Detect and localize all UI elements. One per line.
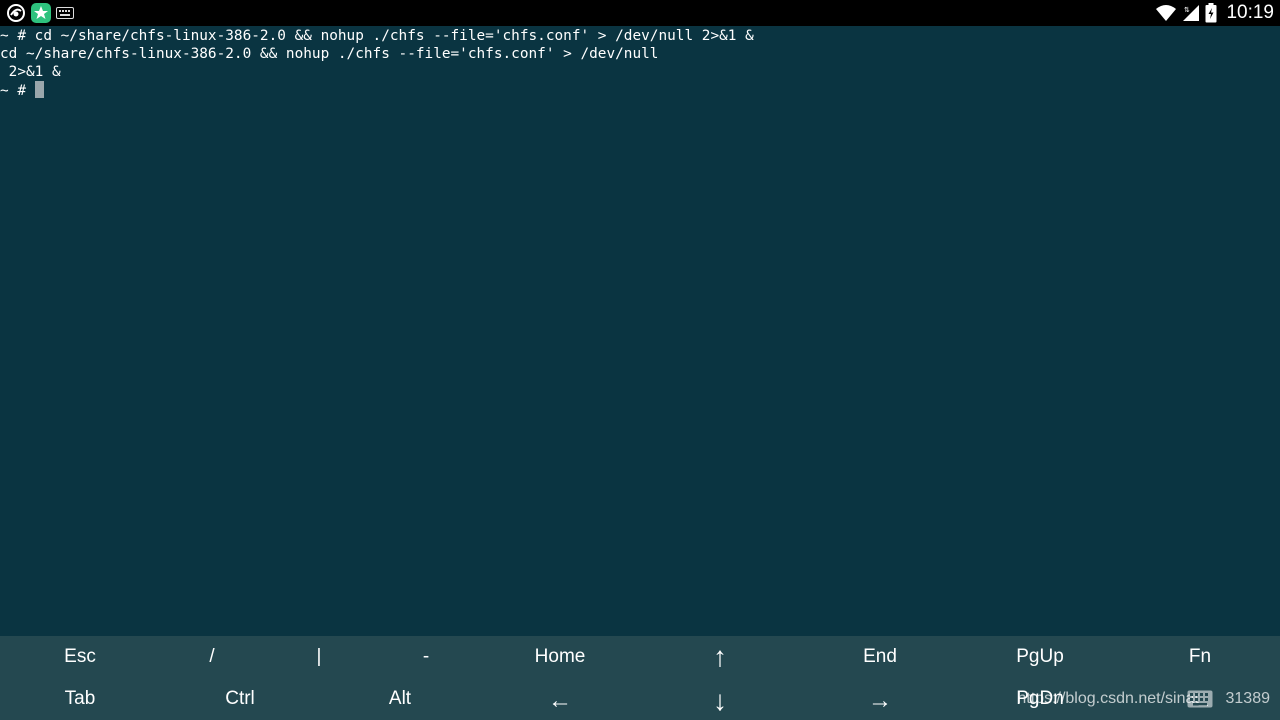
home-key[interactable]: Home (480, 636, 640, 678)
terminal-prompt-line: ~ # (0, 81, 44, 99)
svg-text:⇅: ⇅ (1184, 6, 1190, 14)
terminal-prompt: ~ # (0, 83, 35, 99)
up-arrow-key[interactable]: ↑ (640, 636, 800, 678)
wifi-icon (1155, 4, 1177, 22)
down-arrow-key[interactable]: ↓ (640, 680, 800, 720)
terminal-line: ~ # cd ~/share/chfs-linux-386-2.0 && noh… (0, 28, 754, 44)
terminal-line: 2>&1 & (0, 64, 61, 80)
signal-icon: ⇅ (1182, 4, 1200, 22)
app-store-icon (30, 2, 52, 24)
terminal-output[interactable]: ~ # cd ~/share/chfs-linux-386-2.0 && noh… (0, 26, 1280, 636)
tab-key[interactable]: Tab (0, 678, 160, 720)
keyboard-toggle-icon[interactable] (1187, 690, 1213, 713)
ctrl-key[interactable]: Ctrl (160, 678, 320, 720)
right-arrow-key[interactable]: → (800, 680, 960, 720)
pgup-key[interactable]: PgUp (960, 636, 1120, 678)
status-right-icons: ⇅ 10:19 (1155, 0, 1274, 26)
left-arrow-key[interactable]: ← (480, 680, 640, 720)
battery-icon (1205, 3, 1217, 23)
status-left-icons (6, 2, 74, 24)
status-bar: ⇅ 10:19 (0, 0, 1280, 26)
terminal-line: cd ~/share/chfs-linux-386-2.0 && nohup .… (0, 46, 659, 62)
alt-key[interactable]: Alt (320, 678, 480, 720)
clock: 10:19 (1226, 2, 1274, 23)
fn-key[interactable]: Fn (1120, 636, 1280, 678)
vpn-icon (6, 3, 26, 23)
keyboard-icon (56, 7, 74, 19)
end-key[interactable]: End (800, 636, 960, 678)
terminal-cursor (34, 81, 44, 98)
watermark-text: https://blog.csdn.net/sinat_ 31389 (1017, 690, 1270, 707)
